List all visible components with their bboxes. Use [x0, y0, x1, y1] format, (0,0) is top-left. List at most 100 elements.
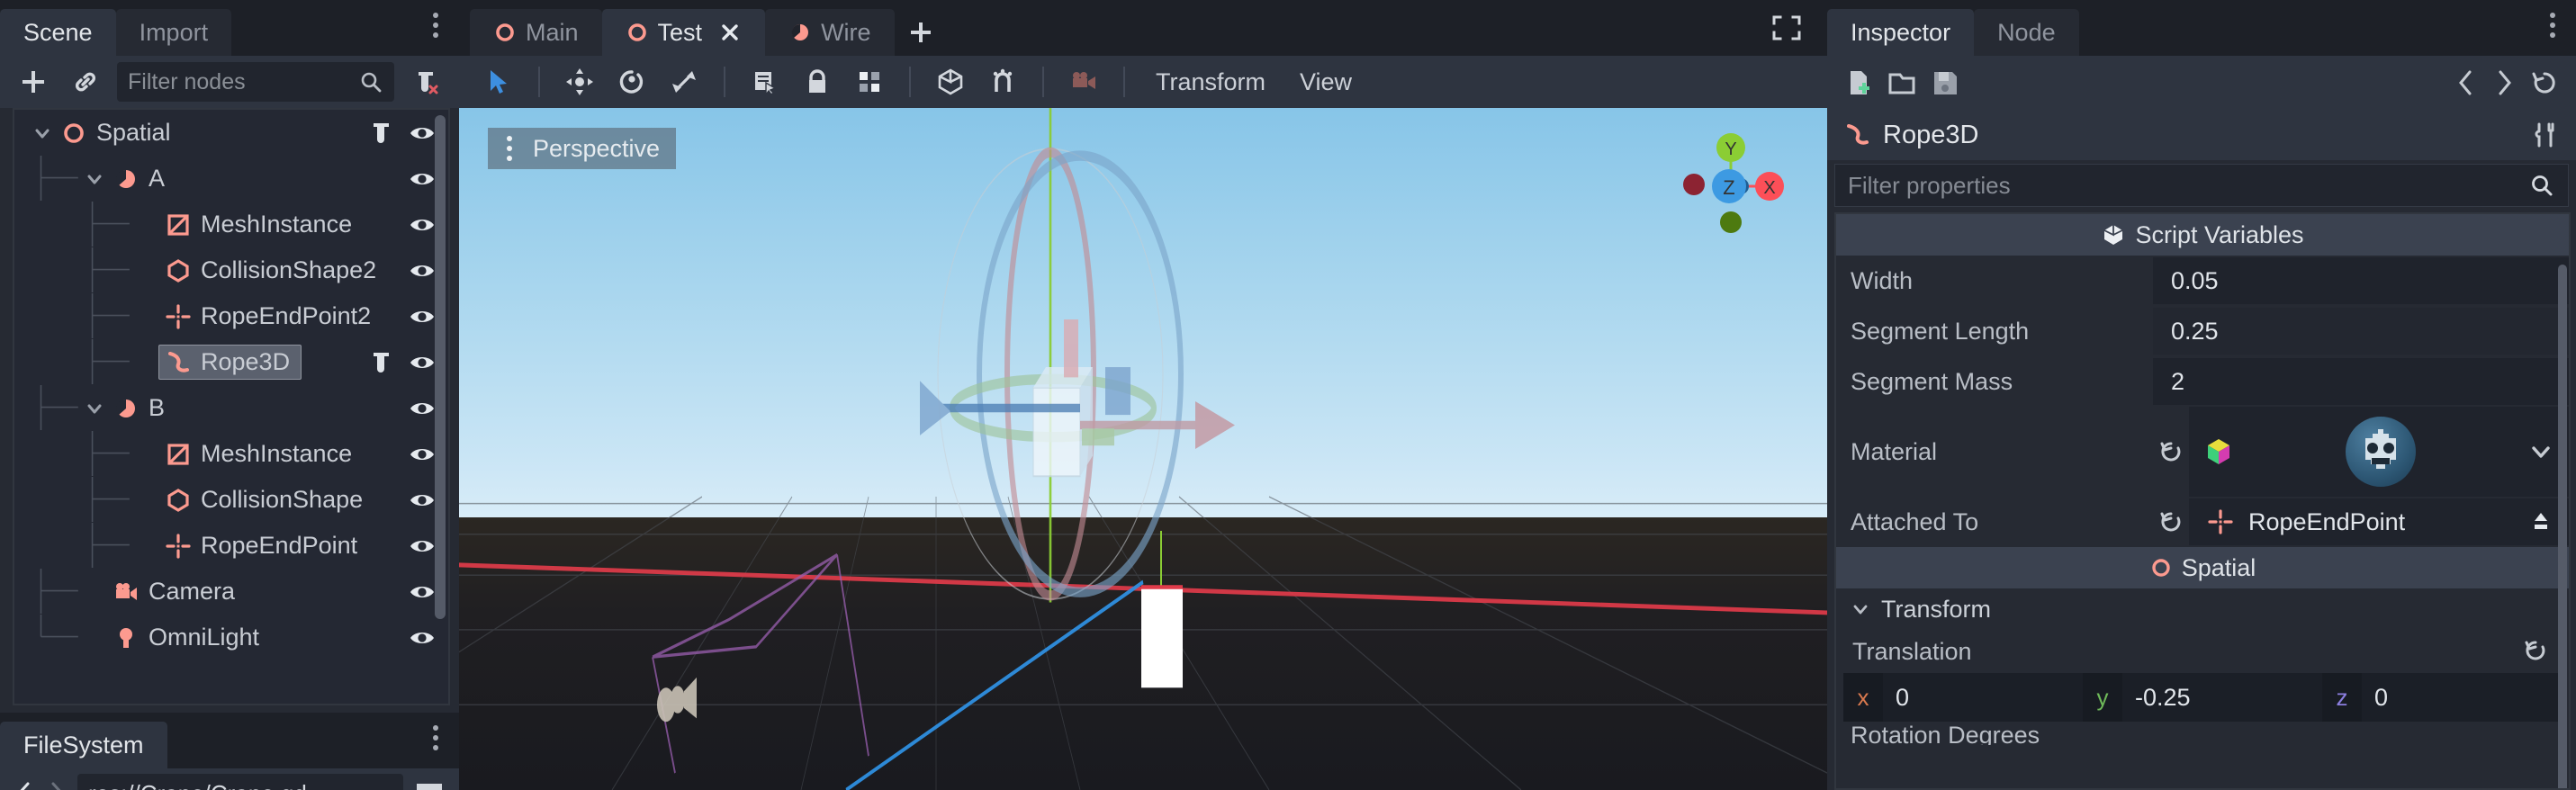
tree-item-collisionshape2[interactable]: CollisionShape2 — [158, 253, 388, 288]
instance-scene-button[interactable] — [65, 62, 106, 102]
add-scene-tab-button[interactable] — [895, 9, 947, 56]
chevron-down-icon[interactable] — [31, 121, 54, 145]
eye-icon[interactable] — [409, 211, 436, 238]
perspective-menu-button[interactable]: Perspective — [488, 128, 677, 169]
chevron-down-icon[interactable] — [2527, 438, 2554, 465]
history-icon[interactable] — [2529, 67, 2560, 98]
fullscreen-icon[interactable] — [1770, 13, 1804, 43]
tree-row[interactable]: RopeEndPoint2 — [14, 293, 448, 339]
inspector-properties[interactable]: Script Variables Width 0.05 Segment Leng… — [1834, 212, 2571, 790]
eye-icon[interactable] — [409, 349, 436, 376]
filter-nodes-input[interactable]: Filter nodes — [117, 62, 394, 102]
property-value-segment-mass[interactable]: 2 — [2153, 358, 2569, 405]
tab-scene[interactable]: Scene — [0, 9, 116, 56]
tree-item-b[interactable]: B — [106, 391, 176, 426]
eye-icon[interactable] — [409, 533, 436, 560]
filesystem-path-field[interactable]: res://Crane/Crane.gd — [77, 774, 403, 790]
material-revert-button[interactable] — [2153, 407, 2189, 497]
scene-tab-wire[interactable]: Wire — [765, 9, 895, 56]
tree-item-omnilight[interactable]: OmniLight — [106, 620, 271, 655]
move-mode-button[interactable] — [556, 61, 603, 103]
rotate-mode-button[interactable] — [608, 61, 655, 103]
tree-item-spatial[interactable]: Spatial — [54, 115, 183, 150]
scene-tab-test[interactable]: Test — [601, 9, 766, 56]
eye-icon[interactable] — [409, 487, 436, 514]
script-icon[interactable] — [367, 120, 394, 147]
tree-item-ropeendpoint[interactable]: RopeEndPoint — [158, 528, 369, 563]
script-icon[interactable] — [367, 349, 394, 376]
axis-neg-y-handle[interactable] — [1720, 211, 1742, 233]
viewport-3d[interactable]: Perspective Y X Z — [459, 108, 1827, 790]
snap-button[interactable] — [979, 61, 1026, 103]
tree-row[interactable]: Spatial — [14, 110, 448, 156]
tree-item-meshinstance[interactable]: MeshInstance — [158, 207, 364, 242]
material-value[interactable] — [2189, 407, 2569, 497]
eye-icon[interactable] — [409, 120, 436, 147]
tools-icon[interactable] — [2529, 120, 2560, 150]
scene-tab-main[interactable]: Main — [470, 9, 602, 56]
property-value-segment-length[interactable]: 0.25 — [2153, 308, 2569, 355]
save-icon[interactable] — [1930, 67, 1960, 98]
history-next-icon[interactable] — [2491, 67, 2517, 98]
tree-row[interactable]: CollisionShape2 — [14, 247, 448, 293]
chevron-left-icon[interactable] — [13, 779, 36, 790]
transform-menu[interactable]: Transform — [1141, 63, 1280, 102]
tab-inspector[interactable]: Inspector — [1827, 9, 1975, 56]
tab-filesystem[interactable]: FileSystem — [0, 722, 167, 768]
tree-item-camera[interactable]: Camera — [106, 574, 247, 609]
chevron-right-icon[interactable] — [45, 779, 68, 790]
tree-row[interactable]: A — [14, 156, 448, 202]
tree-row[interactable]: MeshInstance — [14, 431, 448, 477]
inspector-scrollbar[interactable] — [2558, 265, 2567, 788]
viewport-gizmo-3d[interactable] — [459, 108, 1827, 790]
remove-script-button[interactable] — [405, 62, 446, 102]
axis-gizmo[interactable]: Y X Z — [1672, 128, 1789, 245]
chevron-down-icon[interactable] — [83, 397, 106, 420]
tab-node[interactable]: Node — [1974, 9, 2079, 56]
axis-neg-x-handle[interactable] — [1683, 174, 1705, 195]
close-icon[interactable] — [718, 21, 742, 44]
preview-camera-button[interactable] — [1060, 61, 1107, 103]
translation-x-field[interactable]: x 0 — [1843, 673, 2083, 722]
add-node-button[interactable] — [13, 62, 54, 102]
tab-import[interactable]: Import — [115, 9, 232, 56]
attached-to-value[interactable]: RopeEndPoint — [2189, 498, 2569, 545]
translation-y-field[interactable]: y -0.25 — [2083, 673, 2322, 722]
eye-icon[interactable] — [409, 257, 436, 284]
lock-button[interactable] — [794, 61, 841, 103]
eye-icon[interactable] — [409, 624, 436, 651]
tree-row[interactable]: MeshInstance — [14, 202, 448, 247]
tree-item-rope3d[interactable]: Rope3D — [158, 345, 302, 380]
split-layout-icon[interactable] — [412, 778, 446, 790]
tree-row[interactable]: RopeEndPoint — [14, 523, 448, 569]
scene-dock-menu-icon[interactable] — [423, 13, 448, 38]
filesystem-dock-menu-icon[interactable] — [423, 725, 448, 750]
translation-revert-button[interactable] — [2522, 637, 2549, 670]
inspector-dock-menu-icon[interactable] — [2540, 13, 2565, 38]
property-value-width[interactable]: 0.05 — [2153, 257, 2569, 304]
tree-item-meshinstance[interactable]: MeshInstance — [158, 436, 364, 471]
scale-mode-button[interactable] — [661, 61, 707, 103]
new-resource-icon[interactable] — [1843, 67, 1874, 98]
eye-icon[interactable] — [409, 441, 436, 468]
tree-row[interactable]: OmniLight — [14, 615, 448, 660]
node-pick-icon[interactable] — [2527, 508, 2554, 535]
folder-open-icon[interactable] — [1887, 67, 1917, 98]
filter-properties-input[interactable]: Filter properties — [1834, 164, 2569, 207]
translation-z-field[interactable]: z 0 — [2322, 673, 2562, 722]
tree-item-ropeendpoint2[interactable]: RopeEndPoint2 — [158, 299, 383, 334]
local-space-button[interactable] — [927, 61, 974, 103]
group-button[interactable] — [846, 61, 893, 103]
tree-item-a[interactable]: A — [106, 161, 176, 196]
tree-row[interactable]: Camera — [14, 569, 448, 615]
tree-row[interactable]: CollisionShape — [14, 477, 448, 523]
attached-to-revert-button[interactable] — [2153, 508, 2189, 535]
eye-icon[interactable] — [409, 395, 436, 422]
tree-row[interactable]: Rope3D — [14, 339, 448, 385]
section-transform[interactable]: Transform — [1836, 588, 2569, 630]
list-select-button[interactable] — [742, 61, 788, 103]
eye-icon[interactable] — [409, 166, 436, 193]
view-menu[interactable]: View — [1285, 63, 1366, 102]
chevron-down-icon[interactable] — [83, 167, 106, 191]
eye-icon[interactable] — [409, 303, 436, 330]
